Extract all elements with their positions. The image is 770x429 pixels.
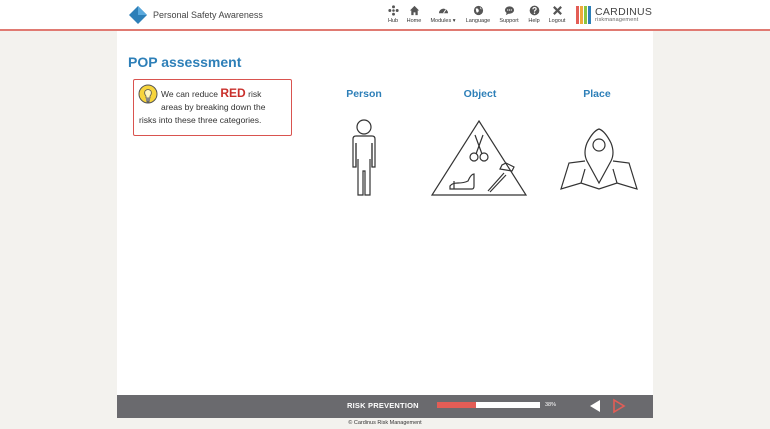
category-place-label: Place xyxy=(583,88,611,100)
cardinus-logo: CARDINUS riskmanagement xyxy=(576,5,652,25)
close-icon xyxy=(552,6,562,15)
info-text-line2: areas by breaking down the xyxy=(161,102,266,112)
cardinus-name: CARDINUS xyxy=(595,6,653,18)
globe-icon xyxy=(473,5,483,16)
page-title: POP assessment xyxy=(128,54,242,70)
nav-logout-label: Logout xyxy=(548,18,566,24)
course-brand: Personal Safety Awareness xyxy=(129,5,263,24)
nav-help-label: Help xyxy=(528,18,540,24)
cardinus-bars xyxy=(576,6,592,24)
map-pin-icon xyxy=(560,128,638,190)
main-content: POP assessment We can reduce RED risk ar… xyxy=(117,31,653,395)
nav-logout[interactable]: Logout xyxy=(542,5,572,24)
hub-icon xyxy=(387,5,399,16)
nav-language-label: Language xyxy=(465,18,491,24)
object-hazard-icon xyxy=(430,119,528,196)
course-title: Personal Safety Awareness xyxy=(153,9,263,20)
nav-home[interactable]: Home xyxy=(399,5,429,24)
category-object-label: Object xyxy=(463,88,497,100)
section-name: RISK PREVENTION xyxy=(347,401,419,410)
category-person-label: Person xyxy=(346,88,382,100)
top-bar: Personal Safety Awareness Hub Home Modul… xyxy=(0,0,770,31)
risk-red-highlight: RED xyxy=(220,86,246,100)
footer-bar: RISK PREVENTION 38% xyxy=(117,395,653,418)
nav-modules-label: Modules ▾ xyxy=(430,18,456,24)
nav-hub-label: Hub xyxy=(387,18,399,24)
nav-language[interactable]: Language xyxy=(463,5,493,24)
info-text-after: risk xyxy=(248,89,262,99)
progress-text: 38% xyxy=(545,402,557,408)
info-text: We can reduce RED risk areas by breaking… xyxy=(139,87,287,127)
cardinus-subtitle: riskmanagement xyxy=(595,16,639,23)
info-text-line3: risks into these three categories. xyxy=(139,115,262,125)
home-icon xyxy=(409,5,419,16)
nav-modules[interactable]: Modules ▾ xyxy=(428,5,458,24)
chat-icon xyxy=(504,6,514,16)
nav-home-label: Home xyxy=(406,18,422,24)
info-box: We can reduce RED risk areas by breaking… xyxy=(133,79,292,136)
prev-arrow-icon[interactable] xyxy=(587,398,603,414)
help-icon xyxy=(529,5,539,16)
person-icon xyxy=(352,119,376,196)
modules-icon xyxy=(438,8,448,14)
progress-bar xyxy=(437,402,540,408)
info-text-before: We can reduce xyxy=(161,89,219,99)
copyright: © Cardinus Risk Management xyxy=(348,420,422,426)
nav-support-label: Support xyxy=(499,18,519,24)
course-logo-icon xyxy=(129,5,147,24)
progress-fill xyxy=(437,402,477,408)
next-arrow-icon[interactable] xyxy=(611,398,627,414)
